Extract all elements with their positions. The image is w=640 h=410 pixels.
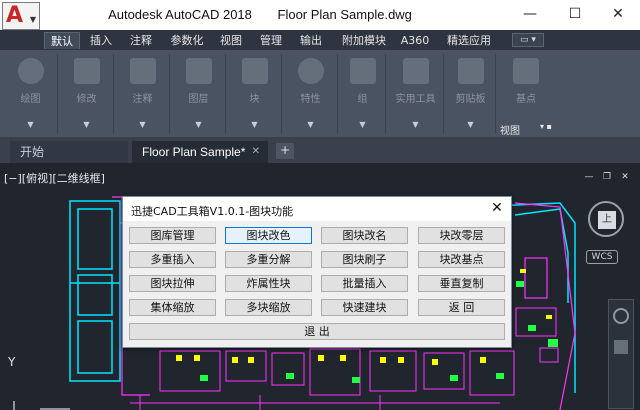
ribbon-group-annotation[interactable]: 注释 ▼ <box>116 54 170 134</box>
ribbon-group-label: 特性 <box>300 94 321 105</box>
minimize-button[interactable]: — <box>510 0 550 28</box>
navigation-bar <box>608 299 634 409</box>
app-name: Autodesk AutoCAD 2018 <box>108 7 252 22</box>
ribbon-tab-bar: 默认 插入 注释 参数化 视图 管理 输出 附加模块 A360 精选应用 ▭ ▾ <box>0 30 640 50</box>
pan-icon[interactable] <box>614 340 628 354</box>
viewcube-top-face[interactable]: 上 <box>598 211 616 229</box>
document-tab-bar: 开始 Floor Plan Sample* ✕ + <box>0 137 640 163</box>
batch-insert-button[interactable]: 批量插入 <box>321 275 408 292</box>
wcs-menu[interactable]: WCS <box>586 250 618 264</box>
tab-start[interactable]: 开始 <box>10 141 128 163</box>
basepoint-icon <box>513 58 539 84</box>
tab-insert[interactable]: 插入 <box>86 32 116 49</box>
chevron-down-icon[interactable]: ▼ <box>388 120 443 129</box>
viewport-restore-icon[interactable]: ❐ <box>600 171 614 183</box>
block-recolor-button[interactable]: 图块改色 <box>225 227 312 244</box>
multi-block-scale-button[interactable]: 多块缩放 <box>225 299 312 316</box>
ribbon-group-label: 组 <box>357 94 368 105</box>
draw-icon <box>17 58 44 84</box>
layers-icon <box>185 58 212 84</box>
ribbon-group-clipboard[interactable]: 剪贴板 ▼ <box>446 54 496 134</box>
tab-start-label: 开始 <box>20 145 45 159</box>
tab-a360[interactable]: A360 <box>398 32 432 49</box>
chevron-down-icon[interactable]: ▼ <box>340 120 385 129</box>
multi-insert-button[interactable]: 多重插入 <box>129 251 216 268</box>
ribbon-group-label: 绘图 <box>20 94 41 105</box>
maximize-button[interactable]: ☐ <box>555 0 595 28</box>
chevron-down-icon[interactable]: ▼ <box>284 120 337 129</box>
dialog-close-button[interactable]: ✕ <box>489 199 505 217</box>
clipboard-icon <box>457 58 484 84</box>
block-stretch-button[interactable]: 图块拉伸 <box>129 275 216 292</box>
toolbox-dialog: 迅捷CAD工具箱V1.0.1-图块功能 ✕ 图库管理 图块改色 图块改名 块改零… <box>122 196 512 348</box>
back-button[interactable]: 返 回 <box>418 299 505 316</box>
chevron-down-icon[interactable]: ▼ <box>446 120 495 129</box>
close-button[interactable]: ✕ <box>598 0 638 28</box>
ribbon-group-label: 注释 <box>132 94 153 105</box>
steering-wheel-icon[interactable] <box>613 308 629 324</box>
ribbon-group-draw[interactable]: 绘图 ▼ <box>4 54 58 134</box>
tab-annotate[interactable]: 注释 <box>126 32 156 49</box>
ribbon-options-icon[interactable]: ▭ ▾ <box>512 33 544 47</box>
block-brush-button[interactable]: 图块刷子 <box>321 251 408 268</box>
tab-featured-apps[interactable]: 精选应用 <box>440 32 498 49</box>
ribbon-group-groups[interactable]: 组 ▼ <box>340 54 386 134</box>
chevron-down-icon[interactable]: ▼ <box>60 120 113 129</box>
ribbon-group-layers[interactable]: 图层 ▼ <box>172 54 226 134</box>
tab-view[interactable]: 视图 <box>216 32 246 49</box>
block-basepoint-button[interactable]: 块改基点 <box>418 251 505 268</box>
dialog-body: 图库管理 图块改色 图块改名 块改零层 多重插入 多重分解 图块刷子 块改基点 … <box>123 221 511 347</box>
multi-explode-button[interactable]: 多重分解 <box>225 251 312 268</box>
chevron-down-icon[interactable]: ▼ <box>172 120 225 129</box>
close-tab-icon[interactable]: ✕ <box>252 141 260 163</box>
ribbon-group-label: 实用工具 <box>395 94 436 105</box>
tab-parametric[interactable]: 参数化 <box>166 32 208 49</box>
ribbon-group-label: 修改 <box>76 94 97 105</box>
group-scale-button[interactable]: 集体缩放 <box>129 299 216 316</box>
block-icon <box>241 58 268 84</box>
tab-output[interactable]: 输出 <box>296 32 326 49</box>
ribbon-group-label: 基点 <box>516 94 536 105</box>
ribbon-group-label: 图层 <box>188 94 209 105</box>
dialog-title: 迅捷CAD工具箱V1.0.1-图块功能 <box>131 205 294 218</box>
tab-floor-plan[interactable]: Floor Plan Sample* ✕ <box>132 141 268 163</box>
ucs-y-axis-label: Y <box>8 355 16 369</box>
ribbon-view-label[interactable]: 视图 <box>500 122 520 137</box>
ribbon-group-label: 块 <box>249 94 260 105</box>
viewport-controls-label[interactable]: [−][俯视][二维线框] <box>4 170 105 186</box>
document-name: Floor Plan Sample.dwg <box>277 7 412 22</box>
calculator-icon <box>402 58 429 84</box>
viewport-minimize-icon[interactable]: — <box>582 171 596 183</box>
chevron-down-icon[interactable]: ▼ <box>4 120 57 129</box>
tab-default[interactable]: 默认 <box>44 32 80 49</box>
ribbon-group-properties[interactable]: 特性 ▼ <box>284 54 338 134</box>
tab-floor-plan-label: Floor Plan Sample* <box>142 145 246 159</box>
ribbon-panel: 绘图 ▼ 修改 ▼ 注释 ▼ 图层 ▼ 块 ▼ 特性 ▼ 组 ▼ 实用工具 ▼ … <box>0 50 640 137</box>
exit-button[interactable]: 退 出 <box>129 323 505 340</box>
block-rename-button[interactable]: 图块改名 <box>321 227 408 244</box>
explode-attribute-block-button[interactable]: 炸属性块 <box>225 275 312 292</box>
window-title: Autodesk AutoCAD 2018 Floor Plan Sample.… <box>0 7 520 22</box>
viewport-close-icon[interactable]: ✕ <box>618 171 632 183</box>
ribbon-group-modify[interactable]: 修改 ▼ <box>60 54 114 134</box>
chevron-down-icon[interactable]: ▼ <box>228 120 281 129</box>
vertical-copy-button[interactable]: 垂直复制 <box>418 275 505 292</box>
block-to-layer0-button[interactable]: 块改零层 <box>418 227 505 244</box>
ribbon-group-label: 剪贴板 <box>455 94 486 105</box>
quick-block-button[interactable]: 快速建块 <box>321 299 408 316</box>
ribbon-group-utilities[interactable]: 实用工具 ▼ <box>388 54 444 134</box>
title-bar: A ▼ Autodesk AutoCAD 2018 Floor Plan Sam… <box>0 0 640 30</box>
chevron-down-icon[interactable]: ▼ <box>116 120 169 129</box>
ribbon-group-block[interactable]: 块 ▼ <box>228 54 282 134</box>
group-icon <box>349 58 376 84</box>
properties-icon <box>297 58 324 84</box>
block-library-button[interactable]: 图库管理 <box>129 227 216 244</box>
tab-manage[interactable]: 管理 <box>256 32 286 49</box>
new-tab-button[interactable]: + <box>276 143 294 159</box>
tab-addins[interactable]: 附加模块 <box>336 32 392 49</box>
ribbon-view-controls[interactable]: ▾ ▪ <box>540 122 552 131</box>
viewcube[interactable]: 上 <box>588 201 624 237</box>
modify-icon <box>73 58 100 84</box>
annotation-icon <box>129 58 156 84</box>
